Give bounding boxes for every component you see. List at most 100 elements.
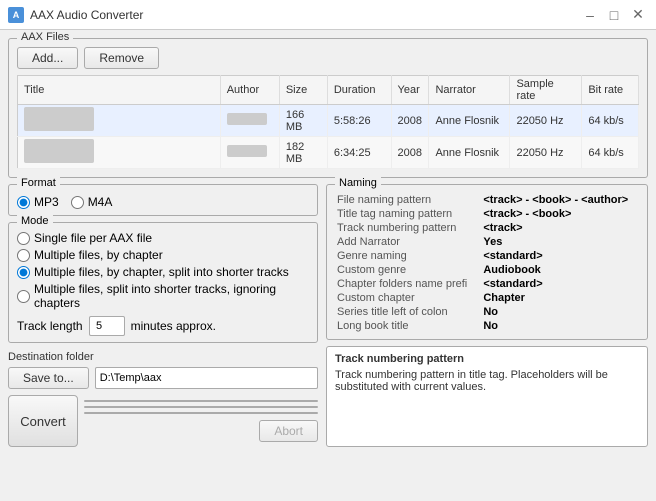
- col-year: Year: [391, 76, 429, 105]
- mode-single-label: Single file per AAX file: [34, 231, 152, 245]
- cell-year: 2008: [391, 105, 429, 137]
- abort-button[interactable]: Abort: [259, 420, 318, 442]
- left-panel: Format MP3 M4A Mode: [8, 184, 318, 447]
- naming-key: Custom chapter: [335, 291, 481, 305]
- cell-author: [220, 137, 279, 169]
- col-author: Author: [220, 76, 279, 105]
- destination-label: Destination folder: [8, 351, 318, 363]
- format-section: Format MP3 M4A: [8, 184, 318, 216]
- naming-value: Chapter: [481, 291, 639, 305]
- maximize-button[interactable]: □: [604, 5, 624, 25]
- right-panel: Naming File naming pattern<track> - <boo…: [326, 184, 648, 447]
- naming-value: Yes: [481, 235, 639, 249]
- naming-value: <track> - <book>: [481, 207, 639, 221]
- naming-key: Title tag naming pattern: [335, 207, 481, 221]
- destination-row: Save to...: [8, 367, 318, 389]
- naming-row: Track numbering pattern<track>: [335, 221, 639, 235]
- format-m4a[interactable]: M4A: [71, 195, 113, 209]
- mode-chapter-split-label: Multiple files, by chapter, split into s…: [34, 265, 289, 279]
- progress-bars: Abort: [84, 400, 318, 442]
- naming-key: Track numbering pattern: [335, 221, 481, 235]
- naming-row: Long book titleNo: [335, 319, 639, 333]
- progress-bar-3: [84, 412, 318, 414]
- col-title: Title: [18, 76, 221, 105]
- save-to-button[interactable]: Save to...: [8, 367, 89, 389]
- table-row[interactable]: 182 MB6:34:252008Anne Flosnik22050 Hz64 …: [18, 137, 639, 169]
- cell-samplerate: 22050 Hz: [510, 105, 582, 137]
- cell-narrator: Anne Flosnik: [429, 105, 510, 137]
- aax-files-toolbar: Add... Remove: [17, 47, 639, 69]
- format-mp3-radio[interactable]: [17, 196, 30, 209]
- destination-section: Destination folder Save to...: [8, 351, 318, 389]
- naming-row: File naming pattern<track> - <book> - <a…: [335, 193, 639, 207]
- naming-value: <standard>: [481, 277, 639, 291]
- table-row[interactable]: 166 MB5:58:262008Anne Flosnik22050 Hz64 …: [18, 105, 639, 137]
- mode-chapter-radio[interactable]: [17, 249, 30, 262]
- cell-bitrate: 64 kb/s: [582, 105, 639, 137]
- progress-bar-1: [84, 400, 318, 402]
- cell-size: 182 MB: [279, 137, 327, 169]
- cell-narrator: Anne Flosnik: [429, 137, 510, 169]
- title-bar-left: A AAX Audio Converter: [8, 7, 143, 23]
- add-button[interactable]: Add...: [17, 47, 78, 69]
- convert-row: Convert Abort: [8, 395, 318, 447]
- progress-bar-2: [84, 406, 318, 408]
- mode-single-radio[interactable]: [17, 232, 30, 245]
- naming-key: Add Narrator: [335, 235, 481, 249]
- app-title: AAX Audio Converter: [30, 8, 143, 22]
- main-content: AAX Files Add... Remove Title Author Siz…: [0, 30, 656, 455]
- format-m4a-label: M4A: [88, 195, 113, 209]
- naming-key: Long book title: [335, 319, 481, 333]
- naming-value: No: [481, 319, 639, 333]
- convert-section: Convert Abort: [8, 395, 318, 447]
- aax-files-group: AAX Files Add... Remove Title Author Siz…: [8, 38, 648, 178]
- destination-input[interactable]: [95, 367, 318, 389]
- naming-key: File naming pattern: [335, 193, 481, 207]
- col-narrator: Narrator: [429, 76, 510, 105]
- info-box: Track numbering pattern Track numbering …: [326, 346, 648, 447]
- mode-label: Mode: [17, 215, 53, 227]
- naming-row: Custom genreAudiobook: [335, 263, 639, 277]
- cell-title: [18, 137, 221, 169]
- bottom-section: Format MP3 M4A Mode: [8, 184, 648, 447]
- mode-chapter-split[interactable]: Multiple files, by chapter, split into s…: [17, 265, 309, 279]
- cell-duration: 5:58:26: [327, 105, 391, 137]
- naming-row: Add NarratorYes: [335, 235, 639, 249]
- mode-options: Single file per AAX file Multiple files,…: [17, 231, 309, 310]
- cell-title: [18, 105, 221, 137]
- mode-chapter-label: Multiple files, by chapter: [34, 248, 163, 262]
- format-mp3[interactable]: MP3: [17, 195, 59, 209]
- remove-button[interactable]: Remove: [84, 47, 159, 69]
- mode-section: Mode Single file per AAX file Multiple f…: [8, 222, 318, 343]
- format-label: Format: [17, 177, 60, 189]
- naming-value: <track> - <book> - <author>: [481, 193, 639, 207]
- mode-chapter[interactable]: Multiple files, by chapter: [17, 248, 309, 262]
- close-button[interactable]: ✕: [628, 5, 648, 25]
- naming-value: <standard>: [481, 249, 639, 263]
- mode-single[interactable]: Single file per AAX file: [17, 231, 309, 245]
- track-length-input[interactable]: [89, 316, 125, 336]
- file-table: Title Author Size Duration Year Narrator…: [17, 75, 639, 169]
- aax-files-label: AAX Files: [17, 31, 73, 43]
- mode-chapter-split-radio[interactable]: [17, 266, 30, 279]
- naming-row: Series title left of colonNo: [335, 305, 639, 319]
- convert-button[interactable]: Convert: [8, 395, 78, 447]
- info-box-description: Track numbering pattern in title tag. Pl…: [335, 369, 639, 393]
- mode-split-ignore[interactable]: Multiple files, split into shorter track…: [17, 282, 309, 310]
- naming-value: <track>: [481, 221, 639, 235]
- track-length-row: Track length minutes approx.: [17, 316, 309, 336]
- naming-box: Naming File naming pattern<track> - <boo…: [326, 184, 648, 340]
- naming-value: No: [481, 305, 639, 319]
- format-radio-row: MP3 M4A: [17, 195, 309, 209]
- naming-label: Naming: [335, 177, 381, 189]
- col-bitrate: Bit rate: [582, 76, 639, 105]
- naming-key: Chapter folders name prefi: [335, 277, 481, 291]
- app-icon: A: [8, 7, 24, 23]
- cell-year: 2008: [391, 137, 429, 169]
- format-m4a-radio[interactable]: [71, 196, 84, 209]
- naming-table: File naming pattern<track> - <book> - <a…: [335, 193, 639, 333]
- col-samplerate: Sample rate: [510, 76, 582, 105]
- naming-row: Custom chapterChapter: [335, 291, 639, 305]
- minimize-button[interactable]: –: [580, 5, 600, 25]
- mode-split-ignore-radio[interactable]: [17, 290, 30, 303]
